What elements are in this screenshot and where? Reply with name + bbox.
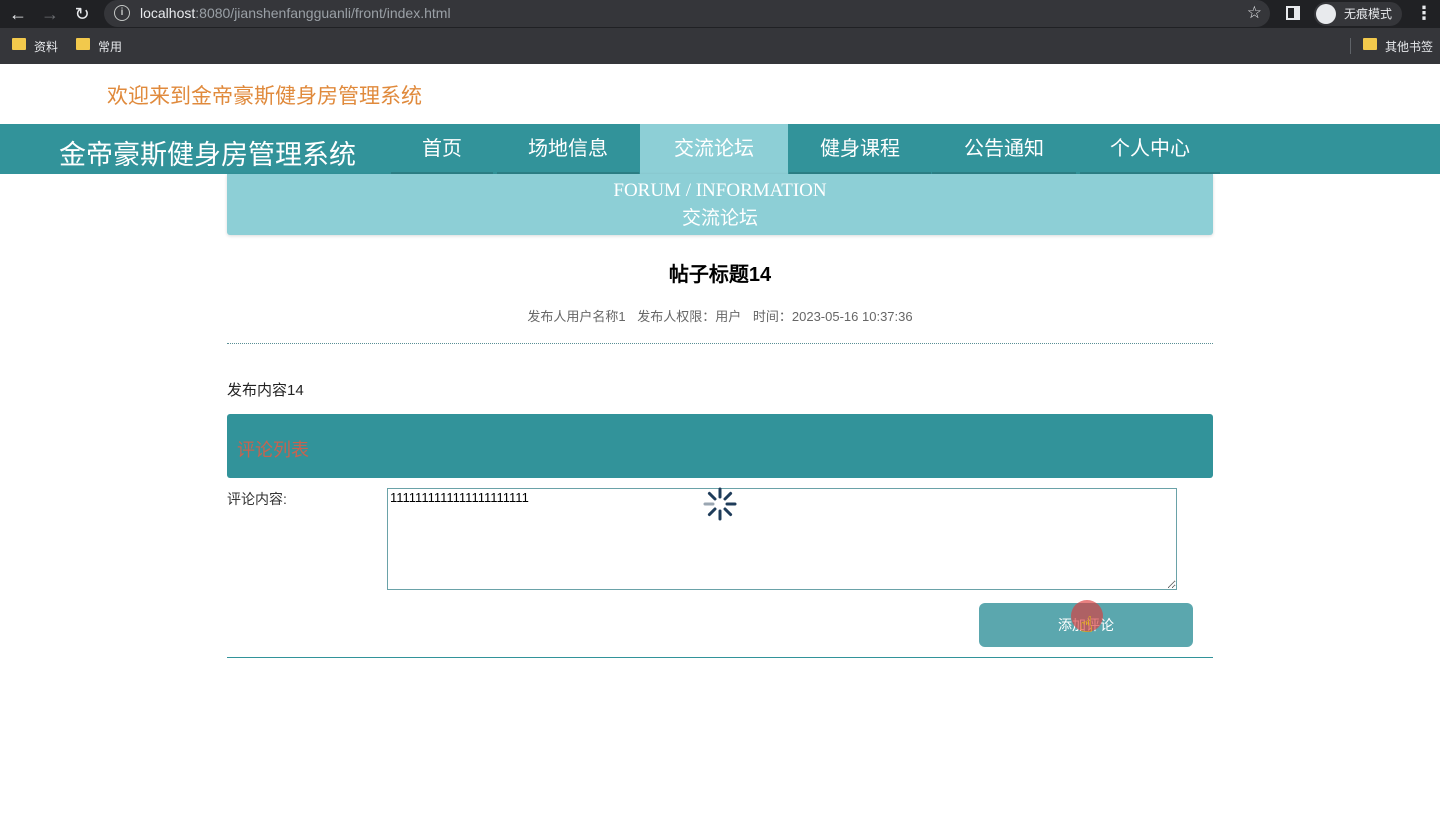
bookmark-label: 资料 [34,40,59,54]
nav-fitness-courses[interactable]: 健身课程 [789,124,931,174]
comment-input[interactable]: 1111111111111111111111 [387,488,1177,590]
forward-icon[interactable]: → [40,4,60,24]
banner-title-cn: 交流论坛 [681,208,758,229]
bookmark-label: 其他书签 [1385,40,1434,54]
section-banner: FORUM / INFORMATION 交流论坛 [227,174,1213,235]
site-info-icon[interactable]: i [114,5,130,21]
bookmarks-bar: 资料 常用 其他书签 [0,28,1440,64]
loading-spinner-icon [703,487,737,521]
divider [227,343,1213,344]
bookmark-folder[interactable]: 资料 [12,38,58,55]
back-icon[interactable]: ← [8,4,28,24]
post-content: 发布内容14 [227,382,304,399]
post-time: 时间：2023-05-16 10:37:36 [752,309,913,324]
browser-toolbar: ← → ↻ i localhost:8080/jianshenfangguanl… [0,0,1440,28]
bottom-divider [227,657,1213,658]
post-title: 帖子标题14 [668,264,772,286]
nav-venue-info[interactable]: 场地信息 [497,124,639,174]
incognito-icon [1316,4,1336,24]
post-author: 发布人用户名称1 [527,309,626,324]
incognito-label: 无痕模式 [1344,7,1393,21]
folder-icon [76,38,90,50]
bookmark-star-icon[interactable]: ☆ [1247,3,1262,23]
other-bookmarks[interactable]: 其他书签 [1363,38,1433,55]
post-role: 发布人权限：用户 [637,309,742,324]
hand-cursor-icon: ☝ [1080,612,1094,637]
site-brand: 金帝豪斯健身房管理系统 [59,140,356,170]
side-panel-icon[interactable] [1286,6,1300,20]
nav-announcements[interactable]: 公告通知 [932,124,1076,174]
main-navbar: 金帝豪斯健身房管理系统 首页 场地信息 交流论坛 健身课程 公告通知 个人中心 [0,124,1440,174]
banner-title-en: FORUM / INFORMATION [613,180,827,201]
bookmarks-divider [1350,38,1351,54]
reload-icon[interactable]: ↻ [72,4,92,24]
folder-icon [1363,38,1377,50]
browser-menu-icon[interactable]: ⋮ [1415,3,1433,24]
bookmark-label: 常用 [98,40,123,54]
url-text[interactable]: localhost:8080/jianshenfangguanli/front/… [140,5,451,21]
nav-forum[interactable]: 交流论坛 [640,124,788,174]
nav-personal-center[interactable]: 个人中心 [1080,124,1220,174]
address-bar[interactable]: i localhost:8080/jianshenfangguanli/fron… [104,0,1270,27]
post-meta: 发布人用户名称1 发布人权限：用户 时间：2023-05-16 10:37:36 [227,306,1213,325]
comment-list-header: 评论列表 [227,414,1213,478]
folder-icon [12,38,26,50]
comment-list-title: 评论列表 [237,440,309,460]
welcome-text: 欢迎来到金帝豪斯健身房管理系统 [107,85,422,108]
nav-home[interactable]: 首页 [391,124,493,174]
bookmark-folder[interactable]: 常用 [76,38,122,55]
comment-label: 评论内容: [227,491,287,507]
incognito-badge[interactable]: 无痕模式 [1314,2,1403,26]
